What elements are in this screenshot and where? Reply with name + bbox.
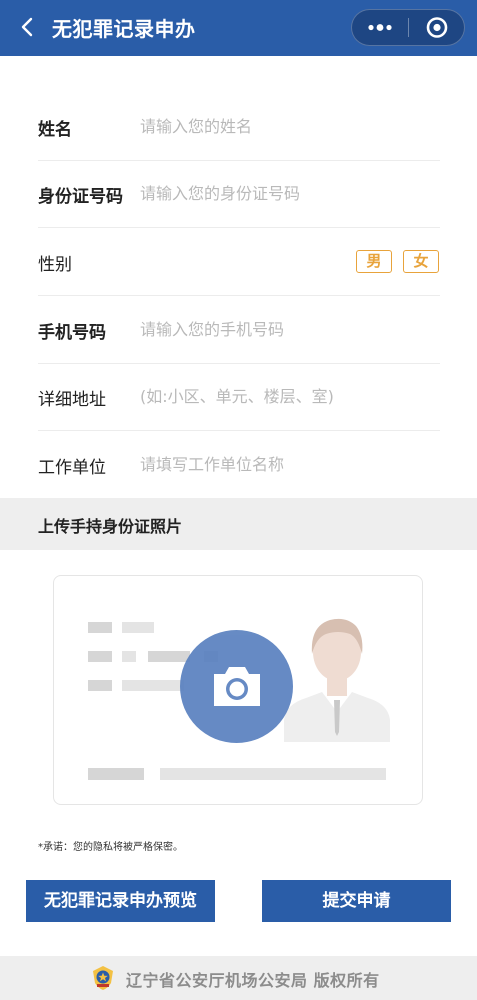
placeholder-text-line <box>122 651 136 662</box>
more-dots-icon <box>368 24 392 31</box>
placeholder-text-line <box>148 651 190 662</box>
upload-section-title: 上传手持身份证照片 <box>38 517 183 536</box>
employer-input[interactable] <box>140 445 435 483</box>
placeholder-text-line <box>88 622 112 633</box>
form-row-name: 姓名 <box>38 93 440 161</box>
form-row-phone: 手机号码 <box>38 296 440 364</box>
title-bar: 无犯罪记录申办 <box>0 0 477 56</box>
placeholder-text-line <box>88 768 144 780</box>
name-input[interactable] <box>140 107 435 145</box>
police-badge-icon <box>93 966 113 990</box>
name-label: 姓名 <box>38 120 72 140</box>
placeholder-text-line <box>160 768 386 780</box>
form-row-id-number: 身份证号码 <box>38 160 440 228</box>
gender-female-button[interactable]: 女 <box>403 250 439 273</box>
form-row-address: 详细地址 <box>38 363 440 431</box>
mini-program-capsule <box>351 9 465 46</box>
close-mini-program-button[interactable] <box>409 10 465 45</box>
page-title: 无犯罪记录申办 <box>52 17 196 41</box>
chevron-left-icon <box>21 17 33 37</box>
gender-label: 性别 <box>38 255 72 275</box>
camera-button[interactable] <box>180 630 293 743</box>
address-label: 详细地址 <box>38 390 106 410</box>
person-silhouette-icon <box>284 618 390 742</box>
preview-button[interactable]: 无犯罪记录申办预览 <box>26 880 215 922</box>
phone-label: 手机号码 <box>38 323 106 343</box>
form-row-employer: 工作单位 <box>38 431 440 499</box>
id-number-label: 身份证号码 <box>38 187 123 207</box>
copyright-text: 辽宁省公安厅机场公安局 版权所有 <box>126 971 380 990</box>
back-button[interactable] <box>10 8 46 46</box>
id-photo-upload-area[interactable] <box>53 575 423 805</box>
gender-male-button[interactable]: 男 <box>356 250 392 273</box>
employer-label: 工作单位 <box>38 458 106 478</box>
camera-icon <box>214 667 260 706</box>
footer: 辽宁省公安厅机场公安局 版权所有 <box>0 956 477 1000</box>
more-button[interactable] <box>352 10 408 45</box>
placeholder-text-line <box>88 680 112 691</box>
privacy-promise: *承诺：您的隐私将被严格保密。 <box>38 842 183 853</box>
form-row-gender: 性别 男 女 <box>38 228 440 296</box>
placeholder-text-line <box>122 622 154 633</box>
target-close-icon <box>426 17 448 38</box>
id-number-input[interactable] <box>140 174 435 212</box>
address-input[interactable] <box>140 377 435 415</box>
placeholder-text-line <box>88 651 112 662</box>
submit-button[interactable]: 提交申请 <box>262 880 451 922</box>
upload-section-header: 上传手持身份证照片 <box>0 498 477 550</box>
phone-input[interactable] <box>140 310 435 348</box>
placeholder-text-line <box>122 680 184 691</box>
